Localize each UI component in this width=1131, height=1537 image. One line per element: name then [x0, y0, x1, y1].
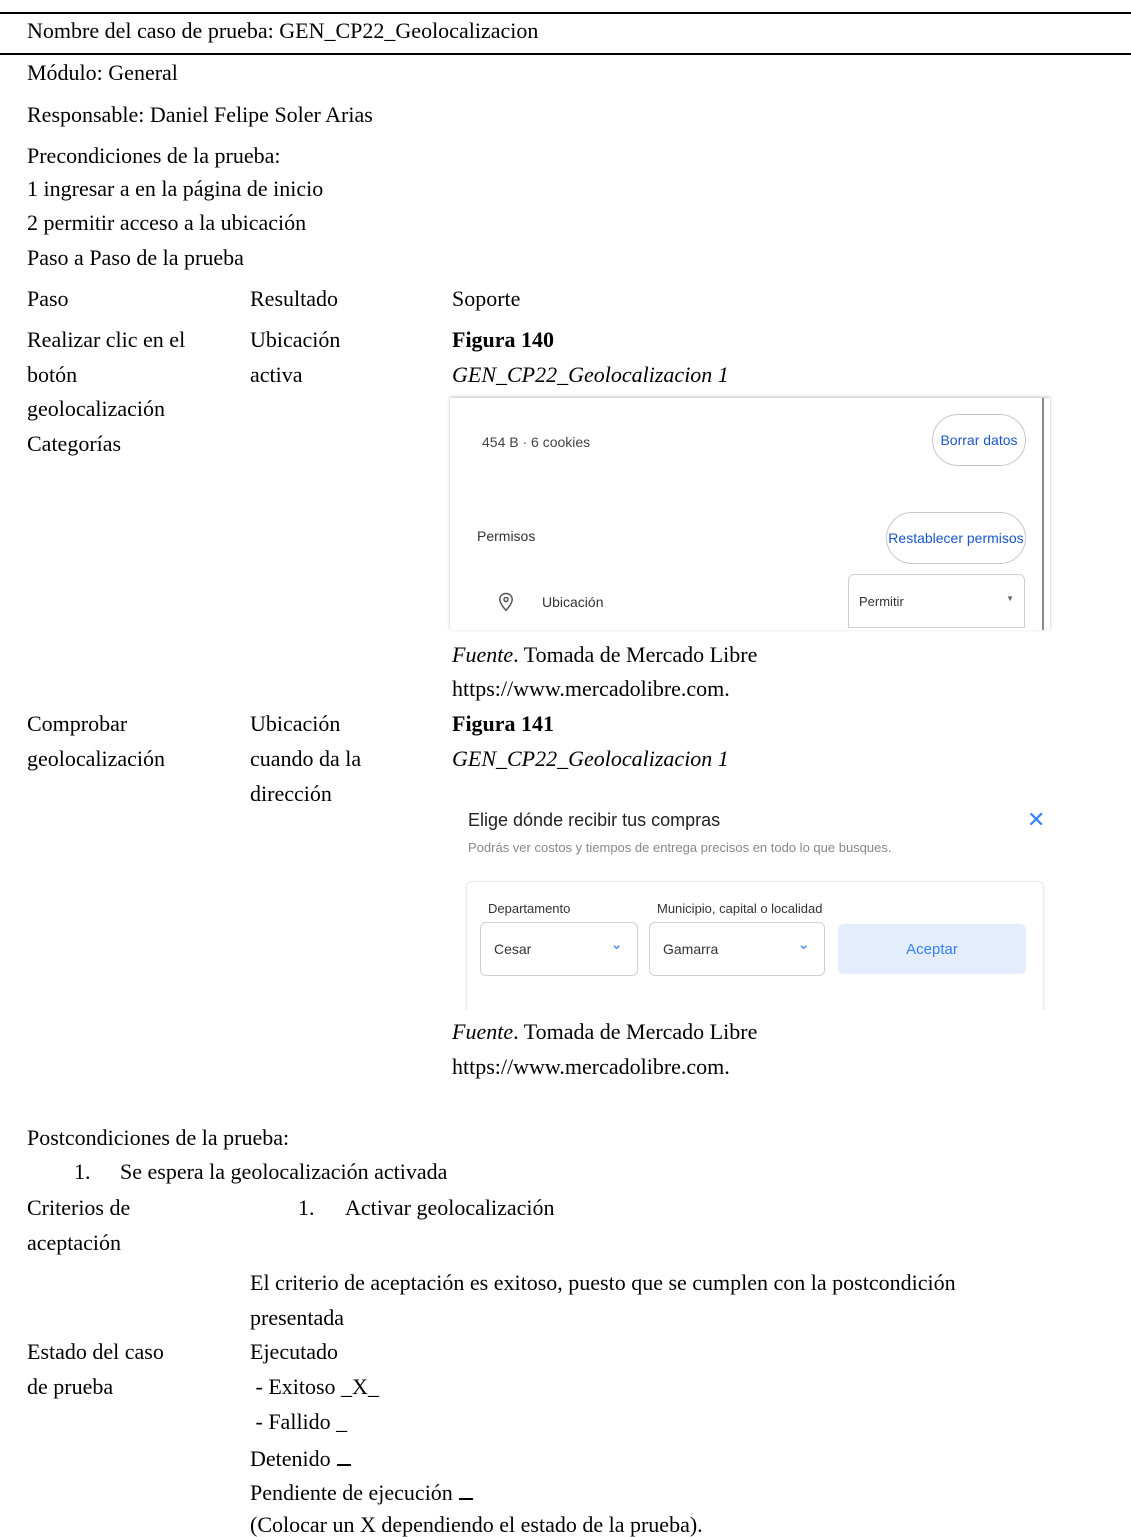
acceptance-text: El criterio de aceptación es exitoso, pu…: [250, 1270, 956, 1295]
location-permission-select[interactable]: Permitir ▼: [848, 574, 1025, 628]
accept-label: Aceptar: [906, 940, 958, 958]
status-pending: Pendiente de ejecución: [250, 1480, 453, 1505]
step-text: Comprobar: [27, 711, 128, 736]
location-label: Ubicación: [542, 594, 604, 610]
precondition-item: 2 permitir acceso a la ubicación: [27, 210, 307, 235]
dropdown-arrow-icon: ▼: [1006, 594, 1014, 603]
department-select[interactable]: Cesar ⌄: [480, 922, 638, 976]
chevron-down-icon: ⌄: [797, 936, 810, 953]
status-stopped-blank: [336, 1446, 351, 1466]
modal-subtitle: Podrás ver costos y tiempos de entrega p…: [468, 840, 892, 855]
steps-heading: Paso a Paso de la prueba: [27, 245, 244, 270]
location-pin-icon: [498, 592, 514, 618]
status-failed: - Fallido _: [250, 1409, 348, 1434]
figure-caption: GEN_CP22_Geolocalizacion 1: [452, 362, 729, 387]
header-step: Paso: [27, 286, 69, 311]
figure-source: Fuente. Tomada de Mercado Libre: [452, 644, 757, 666]
clear-data-button[interactable]: Borrar datos: [932, 414, 1026, 466]
source-text: . Tomada de Mercado Libre: [513, 1019, 758, 1044]
source-prefix: Fuente: [452, 1019, 514, 1044]
clear-data-label: Borrar datos: [940, 432, 1018, 448]
figure-source: Fuente. Tomada de Mercado Libre: [452, 1021, 757, 1043]
status-executed: Ejecutado: [250, 1339, 338, 1364]
preconditions-heading: Precondiciones de la prueba:: [27, 143, 281, 168]
result-text: Ubicación: [250, 711, 341, 736]
acceptance-item: Activar geolocalización: [345, 1195, 555, 1220]
step-text: geolocalización: [27, 396, 166, 421]
postconditions-heading: Postcondiciones de la prueba:: [27, 1125, 290, 1150]
municipality-value: Gamarra: [663, 941, 719, 957]
title-rule: [0, 53, 1131, 55]
result-text: dirección: [250, 781, 332, 806]
figure-label: Figura 140: [452, 327, 555, 352]
status-pending-row: Pendiente de ejecución: [250, 1480, 473, 1504]
modal-title: Elige dónde recibir tus compras: [468, 810, 721, 830]
location-permission-value: Permitir: [859, 594, 904, 609]
status-success: - Exitoso _X_: [250, 1374, 379, 1399]
precondition-item: 1 ingresar a en la página de inicio: [27, 176, 324, 201]
header-support: Soporte: [452, 286, 521, 311]
status-label: de prueba: [27, 1374, 114, 1399]
acceptance-label: Criterios de: [27, 1195, 131, 1220]
postcondition-number: 1.: [74, 1159, 91, 1184]
department-label: Departamento: [488, 901, 571, 916]
department-value: Cesar: [494, 941, 532, 957]
reset-permissions-label: Restablecer permisos: [888, 530, 1024, 546]
step-text: Realizar clic en el: [27, 327, 186, 352]
postcondition-item: Se espera la geolocalización activada: [120, 1159, 448, 1184]
step-text: botón: [27, 362, 78, 387]
result-text: activa: [250, 362, 303, 387]
responsible: Responsable: Daniel Felipe Soler Arias: [27, 102, 373, 127]
status-label: Estado del caso: [27, 1339, 164, 1364]
chevron-down-icon: ⌄: [610, 936, 623, 953]
figure-caption: GEN_CP22_Geolocalizacion 1: [452, 746, 729, 771]
status-pending-blank: [458, 1480, 473, 1500]
permissions-label: Permisos: [477, 528, 536, 544]
case-name: Nombre del caso de prueba: GEN_CP22_Geol…: [27, 18, 539, 43]
step-text: geolocalización: [27, 746, 166, 771]
source-url: https://www.mercadolibre.com.: [452, 676, 730, 701]
top-rule: [0, 12, 1131, 14]
municipality-label: Municipio, capital o localidad: [657, 901, 823, 916]
status-note: (Colocar un X dependiendo el estado de l…: [250, 1512, 703, 1537]
result-text: cuando da la: [250, 746, 362, 771]
accept-button[interactable]: Aceptar: [838, 924, 1026, 974]
acceptance-text: presentada: [250, 1305, 345, 1330]
source-text: . Tomada de Mercado Libre: [513, 642, 758, 667]
reset-permissions-button[interactable]: Restablecer permisos: [886, 512, 1026, 564]
source-url: https://www.mercadolibre.com.: [452, 1054, 730, 1079]
acceptance-number: 1.: [298, 1195, 315, 1220]
module: Módulo: General: [27, 60, 178, 85]
close-icon[interactable]: ✕: [1027, 809, 1045, 831]
figure-label: Figura 141: [452, 711, 555, 736]
source-prefix: Fuente: [452, 642, 514, 667]
result-text: Ubicación: [250, 327, 341, 352]
acceptance-label: aceptación: [27, 1230, 122, 1255]
figure-140-screenshot: 454 B · 6 cookies Borrar datos Permisos …: [450, 398, 1050, 630]
step-text: Categorías: [27, 431, 122, 456]
status-stopped-row: Detenido: [250, 1446, 351, 1470]
status-stopped: Detenido: [250, 1446, 331, 1471]
header-result: Resultado: [250, 286, 338, 311]
figure-141-screenshot: Elige dónde recibir tus compras ✕ Podrás…: [450, 800, 1060, 1010]
storage-info: 454 B · 6 cookies: [482, 434, 591, 450]
municipality-select[interactable]: Gamarra ⌄: [649, 922, 825, 976]
scrollbar[interactable]: [1042, 398, 1044, 630]
